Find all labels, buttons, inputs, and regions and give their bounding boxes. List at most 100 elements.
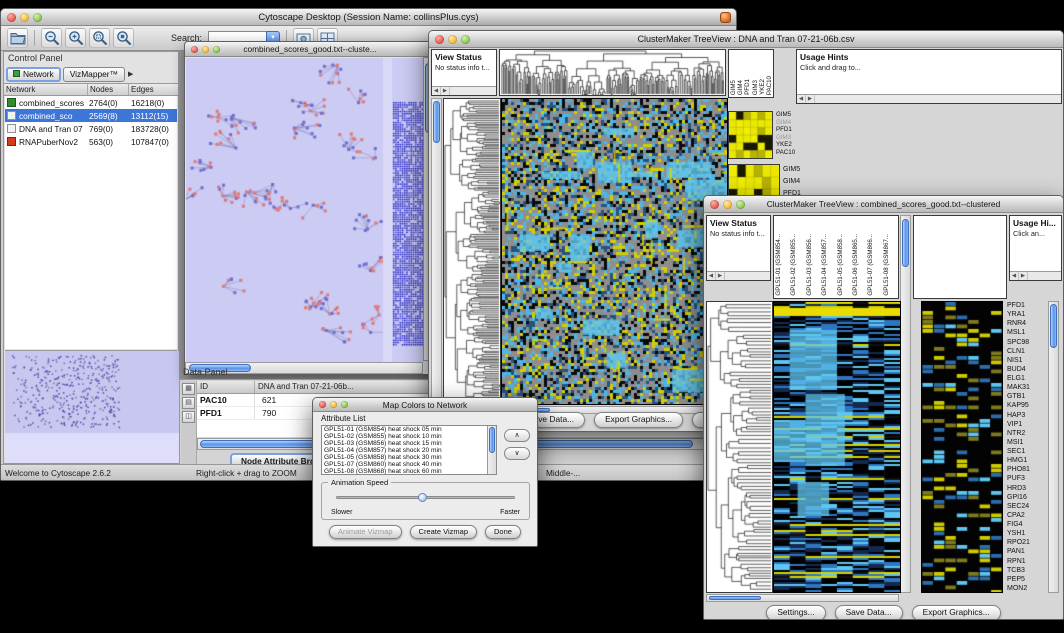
attribute-item[interactable]: GPL51-01 (GSM854) heat shock 05 min (322, 426, 496, 433)
gene-label[interactable]: YKE2 (776, 141, 795, 149)
close-icon[interactable] (710, 200, 719, 209)
gene-label[interactable]: ELG1 (1005, 374, 1047, 383)
dendrogram-vscrollbar[interactable] (431, 98, 442, 403)
heatmap-hscrollbar[interactable] (706, 594, 899, 602)
zoom-selected-icon[interactable] (89, 28, 110, 48)
column-label[interactable]: GPL51-06 (GSM865... (852, 234, 867, 296)
attribute-item[interactable]: GPL51-07 (GSM860) heat shock 40 min (322, 461, 496, 468)
gene-list-vscroll-thumb[interactable] (1050, 304, 1057, 348)
dendrogram-vscroll-thumb[interactable] (433, 101, 440, 143)
treeview-combined-titlebar[interactable]: ClusterMaker TreeView : combined_scores_… (704, 196, 1063, 213)
zoom-in-icon[interactable] (65, 28, 86, 48)
column-label[interactable]: PAC10 (766, 76, 773, 95)
gene-label[interactable]: HMG1 (1005, 456, 1047, 465)
maximize-icon[interactable] (33, 13, 42, 22)
database-icon[interactable]: ◫ (182, 411, 195, 423)
gene-label[interactable]: KAP95 (1005, 401, 1047, 410)
attribute-item[interactable]: GPL51-08 (GSM868) heat shock 60 min (322, 468, 496, 475)
close-icon[interactable] (435, 35, 444, 44)
gene-label[interactable]: NTR2 (1005, 429, 1047, 438)
attribute-item[interactable]: GPL51-02 (GSM855) heat shock 10 min (322, 433, 496, 440)
cytoscape-titlebar[interactable]: Cytoscape Desktop (Session Name: collins… (1, 9, 736, 26)
gene-label[interactable]: HRD3 (1005, 484, 1047, 493)
heatmap-hscroll-thumb[interactable] (709, 596, 761, 600)
gene-label[interactable]: MON2 (1005, 584, 1047, 593)
animate-vizmap-button[interactable]: Animate Vizmap (329, 525, 401, 539)
heatmap-vscrollbar[interactable] (900, 215, 911, 593)
maximize-icon[interactable] (213, 46, 220, 53)
id-column-header[interactable]: ID (197, 381, 255, 393)
gene-label[interactable]: GIM5 (776, 111, 795, 119)
gene-label[interactable]: NIS1 (1005, 356, 1047, 365)
row-dendrogram-canvas[interactable] (707, 302, 772, 592)
maximize-icon[interactable] (461, 35, 470, 44)
network-row[interactable]: DNA and Tran 07 769(0) 183728(0) (5, 122, 177, 135)
column-label[interactable]: GPL51-04 (GSM857... (821, 234, 836, 296)
network-graph-canvas[interactable] (186, 58, 424, 362)
gene-label[interactable]: PUF3 (1005, 474, 1047, 483)
column-label[interactable]: GPL51-02 (GSM855... (790, 234, 805, 296)
gene-label[interactable]: MSL1 (1005, 328, 1047, 337)
mini-hscrollbar[interactable]: ◀▶ (797, 94, 1061, 103)
scroll-right-icon[interactable]: ▶ (1019, 272, 1028, 280)
close-icon[interactable] (191, 46, 198, 53)
gene-label[interactable]: VIP1 (1005, 420, 1047, 429)
zoom-out-icon[interactable] (41, 28, 62, 48)
map-colors-titlebar[interactable]: Map Colors to Network (313, 398, 537, 412)
network-row[interactable]: RNAPuberNov2 563(0) 107847(0) (5, 135, 177, 148)
gene-label[interactable]: CLN1 (1005, 347, 1047, 356)
secondary-heatmap-canvas[interactable] (922, 302, 1002, 592)
column-label[interactable]: GPL51-07 (GSM866... (867, 234, 882, 296)
gene-label[interactable]: GTB1 (1005, 392, 1047, 401)
gene-label[interactable]: HAP3 (1005, 411, 1047, 420)
minimize-icon[interactable] (723, 200, 732, 209)
minimize-icon[interactable] (448, 35, 457, 44)
minimize-icon[interactable] (20, 13, 29, 22)
gene-label[interactable]: GIM4 (783, 176, 805, 188)
attribute-item[interactable]: GPL51-04 (GSM857) heat shock 20 min (322, 447, 496, 454)
scroll-left-icon[interactable]: ◀ (797, 95, 806, 103)
gene-label[interactable]: BUD4 (1005, 365, 1047, 374)
gene-list[interactable]: PFD1YRA1RNR4MSL1SPC98CLN1NIS1BUD4ELG1MAK… (1005, 301, 1047, 593)
move-up-button[interactable]: ∧ (504, 429, 530, 442)
mini-hscrollbar[interactable]: ◀▶ (707, 271, 770, 280)
network-overview[interactable] (5, 350, 177, 462)
gene-list-vscrollbar[interactable] (1048, 301, 1059, 593)
gene-label[interactable]: FIG4 (1005, 520, 1047, 529)
attribute-list-scroll-thumb[interactable] (489, 427, 495, 453)
scroll-right-icon[interactable]: ▶ (806, 95, 815, 103)
save-data-button[interactable]: Save Data... (835, 605, 903, 620)
export-graphics-button[interactable]: Export Graphics... (594, 412, 683, 428)
move-down-button[interactable]: ∨ (504, 447, 530, 460)
column-dendrogram-canvas[interactable] (500, 50, 725, 95)
gene-label[interactable]: YSH1 (1005, 529, 1047, 538)
maximize-icon[interactable] (736, 200, 745, 209)
network-row[interactable]: combined_sco 2569(8) 13112(15) (5, 109, 177, 122)
gene-label[interactable]: SEC1 (1005, 447, 1047, 456)
close-icon[interactable] (7, 13, 16, 22)
mini-hscrollbar[interactable]: ◀▶ (432, 86, 496, 95)
column-label[interactable]: GPL51-03 (GSM856... (806, 234, 821, 296)
gene-label[interactable]: SPC98 (1005, 338, 1047, 347)
scroll-right-icon[interactable]: ▶ (441, 87, 450, 95)
tab-overflow-icon[interactable]: ▶ (128, 70, 133, 78)
column-label[interactable]: YKE2 (759, 79, 766, 95)
column-label[interactable]: GIM3 (752, 80, 759, 95)
minimize-icon[interactable] (330, 401, 337, 408)
scroll-left-icon[interactable]: ◀ (1010, 272, 1019, 280)
gene-label[interactable]: PAN1 (1005, 547, 1047, 556)
mini-hscrollbar[interactable]: ◀▶ (1010, 271, 1061, 280)
gene-label[interactable]: PEP5 (1005, 575, 1047, 584)
gene-label[interactable]: GPI16 (1005, 493, 1047, 502)
close-icon[interactable] (319, 401, 326, 408)
row-dendrogram-canvas[interactable] (444, 99, 500, 404)
minimize-icon[interactable] (202, 46, 209, 53)
grid-icon[interactable]: ▤ (182, 397, 195, 409)
open-session-icon[interactable] (7, 28, 28, 48)
attribute-item[interactable]: GPL51-05 (GSM858) heat shock 30 min (322, 454, 496, 461)
heatmap-vscroll-thumb[interactable] (902, 219, 909, 267)
gene-label[interactable]: YRA1 (1005, 310, 1047, 319)
gene-label[interactable]: MSI1 (1005, 438, 1047, 447)
network-row[interactable]: combined_scores 2764(0) 16218(0) (5, 96, 177, 109)
tab-vizmapper[interactable]: VizMapper™ (63, 67, 125, 82)
